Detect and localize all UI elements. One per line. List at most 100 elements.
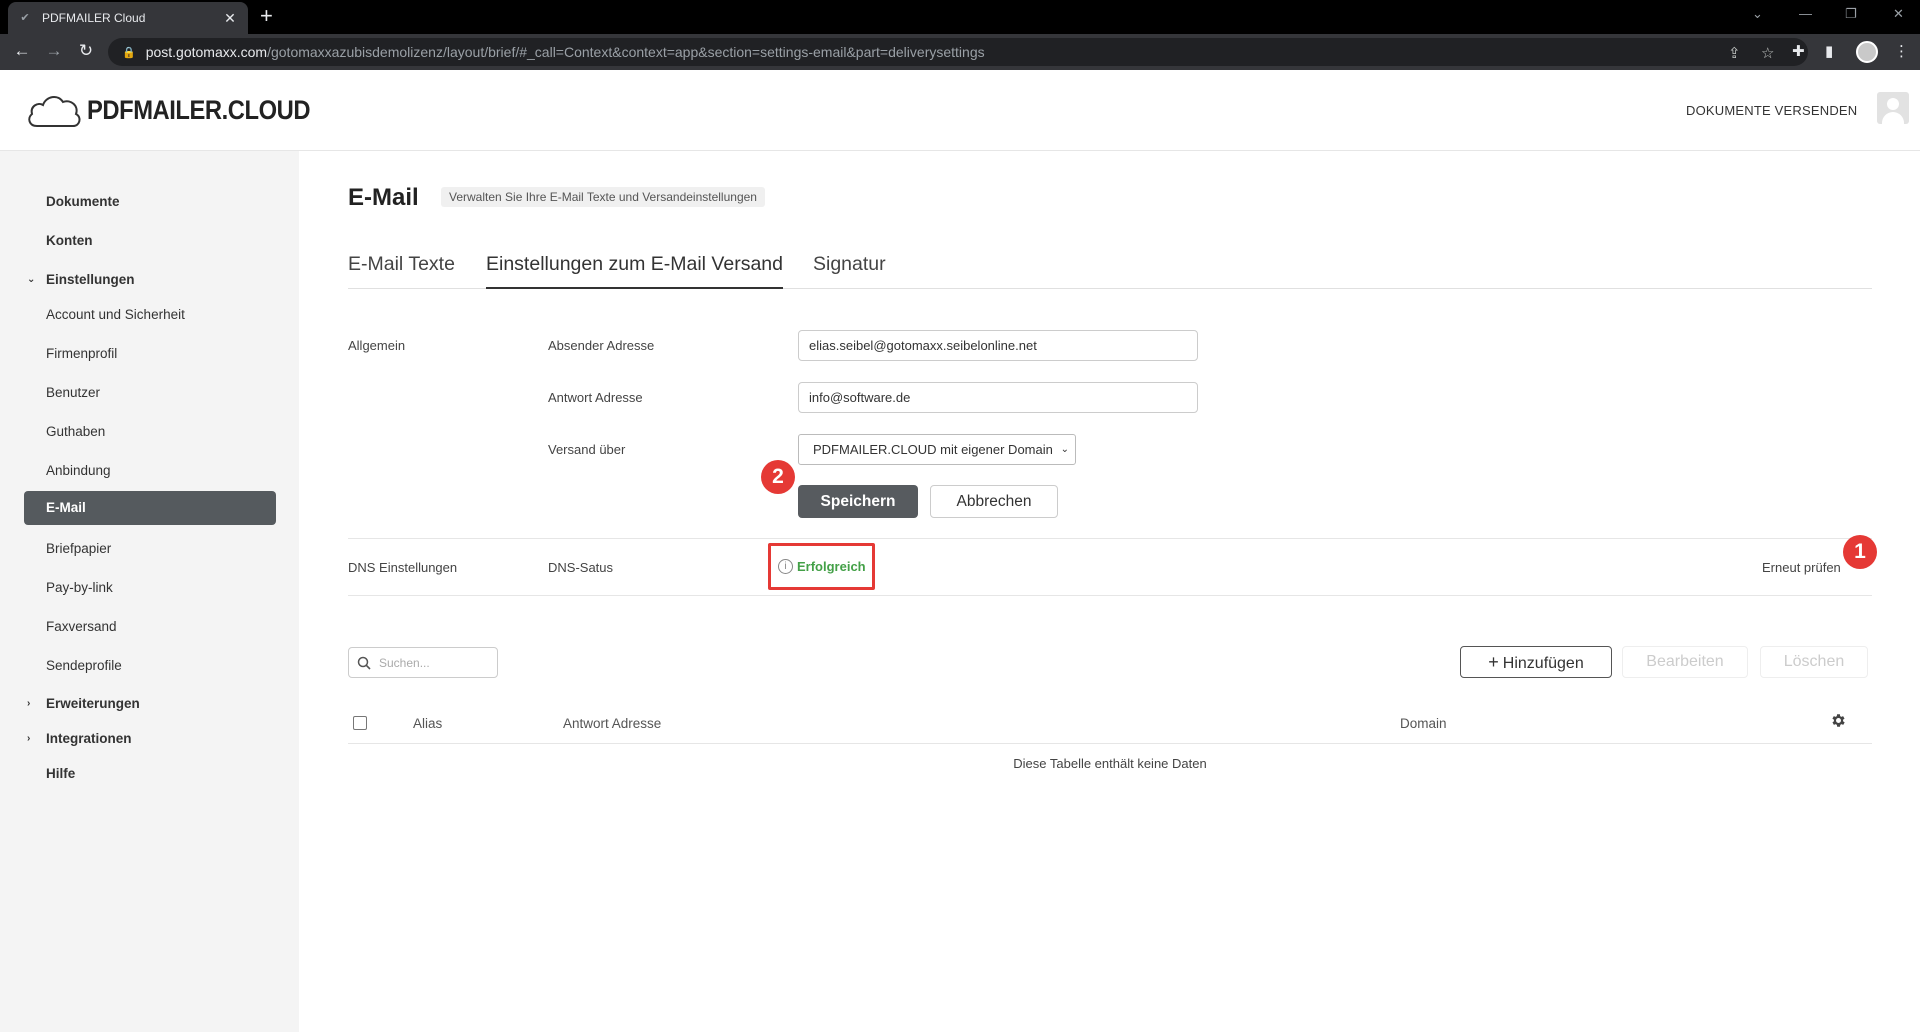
sidebar-item-anbindung[interactable]: Anbindung — [24, 454, 276, 488]
plus-icon: + — [1488, 652, 1499, 672]
search-icon — [357, 656, 371, 670]
sidebar-item-label: E-Mail — [46, 500, 86, 515]
save-button[interactable]: Speichern — [798, 485, 918, 518]
sidebar-item-einstellungen[interactable]: ⌄ Einstellungen — [24, 263, 276, 297]
annotation-badge-1: 1 — [1843, 535, 1877, 569]
reply-label: Antwort Adresse — [548, 390, 643, 405]
delete-button[interactable]: Löschen — [1760, 646, 1868, 678]
sidebar-item-benutzer[interactable]: Benutzer — [24, 376, 276, 410]
tab-versand-einstellungen[interactable]: Einstellungen zum E-Mail Versand — [486, 253, 783, 289]
table-empty-message: Diese Tabelle enthält keine Daten — [1013, 756, 1207, 771]
sidebar: Dokumente Konten ⌄ Einstellungen Account … — [0, 151, 299, 1032]
recheck-link[interactable]: Erneut prüfen — [1762, 560, 1841, 575]
divider — [348, 538, 1872, 539]
settings-tabs: E-Mail Texte Einstellungen zum E-Mail Ve… — [348, 253, 1872, 289]
sidebar-item-label: Firmenprofil — [46, 346, 118, 361]
menu-kebab-icon[interactable]: ⋮ — [1894, 42, 1909, 60]
sidebar-item-hilfe[interactable]: Hilfe — [24, 757, 276, 791]
tab-email-texte[interactable]: E-Mail Texte — [348, 253, 455, 289]
new-tab-icon[interactable]: + — [260, 5, 273, 27]
sidebar-item-konten[interactable]: Konten — [24, 224, 276, 258]
minimize-icon[interactable]: — — [1799, 6, 1812, 21]
cloud-logo-icon — [28, 96, 81, 127]
sender-address-field[interactable]: elias.seibel@gotomaxx.seibelonline.net — [798, 330, 1198, 361]
gear-icon[interactable] — [1830, 712, 1847, 729]
tab-signatur[interactable]: Signatur — [813, 253, 886, 289]
close-tab-icon[interactable]: ✕ — [222, 10, 238, 27]
sidebar-item-erweiterungen[interactable]: › Erweiterungen — [24, 687, 276, 721]
add-button[interactable]: + Hinzufügen — [1460, 646, 1612, 678]
bookmark-star-icon[interactable]: ☆ — [1761, 44, 1774, 62]
chevron-right-icon: › — [27, 733, 31, 744]
sidebar-item-briefpapier[interactable]: Briefpapier — [24, 532, 276, 566]
search-input[interactable]: Suchen... — [348, 647, 498, 678]
sidebar-item-label: Pay-by-link — [46, 580, 113, 595]
send-via-value: PDFMAILER.CLOUD mit eigener Domain — [813, 442, 1053, 457]
sidebar-item-guthaben[interactable]: Guthaben — [24, 415, 276, 449]
via-label: Versand über — [548, 442, 626, 457]
tab-search-icon[interactable]: ⌄ — [1752, 6, 1763, 22]
sender-label: Absender Adresse — [548, 338, 655, 353]
sidebar-item-label: Guthaben — [46, 424, 106, 439]
sidebar-item-sendeprofile[interactable]: Sendeprofile — [24, 649, 276, 683]
forward-icon[interactable]: → — [44, 41, 64, 61]
favicon-icon: ✔ — [20, 12, 30, 24]
sidebar-item-label: Benutzer — [46, 385, 101, 400]
sidebar-item-label: Konten — [46, 233, 93, 248]
sidebar-item-email[interactable]: E-Mail — [24, 491, 276, 525]
sidebar-item-pay-by-link[interactable]: Pay-by-link — [24, 571, 276, 605]
back-icon[interactable]: ← — [12, 41, 32, 61]
chevron-down-icon: ⌄ — [1060, 444, 1069, 455]
info-icon[interactable]: i — [778, 559, 793, 574]
sidebar-item-label: Einstellungen — [46, 272, 135, 287]
page-title: E-Mail — [348, 184, 419, 211]
cancel-button[interactable]: Abbrechen — [930, 485, 1058, 518]
sidebar-item-firmenprofil[interactable]: Firmenprofil — [24, 337, 276, 371]
sidebar-item-label: Dokumente — [46, 194, 120, 209]
sidebar-item-account[interactable]: Account und Sicherheit — [24, 298, 276, 332]
page-subtitle: Verwalten Sie Ihre E-Mail Texte und Vers… — [441, 187, 765, 207]
logo[interactable]: PDFMAILER.CLOUD — [25, 90, 340, 130]
share-icon[interactable]: ⇪ — [1728, 44, 1741, 62]
sidebar-item-label: Integrationen — [46, 731, 132, 746]
extensions-icon[interactable]: ✚ — [1792, 42, 1805, 60]
table-header-divider — [348, 743, 1872, 744]
browser-tab-title: PDFMAILER Cloud — [42, 11, 146, 25]
select-all-checkbox[interactable] — [353, 716, 367, 730]
sidebar-item-integrationen[interactable]: › Integrationen — [24, 722, 276, 756]
reload-icon[interactable]: ↻ — [76, 41, 96, 61]
send-via-select[interactable]: PDFMAILER.CLOUD mit eigener Domain ⌄ — [798, 434, 1076, 465]
sidebar-item-label: Sendeprofile — [46, 658, 122, 673]
sidebar-item-label: Erweiterungen — [46, 696, 140, 711]
user-avatar-icon[interactable] — [1877, 92, 1909, 124]
sidebar-item-dokumente[interactable]: Dokumente — [24, 185, 276, 219]
edit-button[interactable]: Bearbeiten — [1622, 646, 1748, 678]
sidebar-item-faxversand[interactable]: Faxversand — [24, 610, 276, 644]
annotation-badge-2: 2 — [761, 460, 795, 494]
app-header: PDFMAILER.CLOUD DOKUMENTE VERSENDEN — [0, 70, 1920, 151]
sidebar-item-label: Briefpapier — [46, 541, 112, 556]
dns-status-value: Erfolgreich — [797, 559, 866, 574]
reply-address-field[interactable]: info@software.de — [798, 382, 1198, 413]
section-dns: DNS Einstellungen — [348, 560, 458, 575]
url-path: /gotomaxxazubisdemolizenz/layout/brief/#… — [267, 44, 985, 60]
address-bar[interactable]: 🔒 post.gotomaxx.com /gotomaxxazubisdemol… — [108, 38, 1808, 66]
lock-icon: 🔒 — [122, 46, 136, 59]
browser-toolbar: ← → ↻ 🔒 post.gotomaxx.com /gotomaxxazubi… — [0, 34, 1920, 70]
dns-status: i Erfolgreich — [778, 559, 866, 574]
browser-tab[interactable]: ✔ PDFMAILER Cloud ✕ — [8, 2, 248, 34]
side-panel-icon[interactable]: ▮ — [1825, 42, 1833, 60]
restore-icon[interactable]: ❐ — [1845, 6, 1857, 22]
logo-text: PDFMAILER.CLOUD — [87, 94, 311, 125]
search-placeholder: Suchen... — [379, 655, 430, 670]
add-button-label: Hinzufügen — [1502, 655, 1584, 672]
close-window-icon[interactable]: ✕ — [1893, 6, 1904, 22]
profile-avatar[interactable] — [1856, 41, 1878, 63]
send-documents-link[interactable]: DOKUMENTE VERSENDEN — [1686, 103, 1857, 118]
column-header-domain[interactable]: Domain — [1400, 716, 1447, 731]
chevron-right-icon: › — [27, 698, 31, 709]
column-header-antwort-adresse[interactable]: Antwort Adresse — [563, 716, 661, 731]
column-header-alias[interactable]: Alias — [413, 716, 442, 731]
sidebar-item-label: Account und Sicherheit — [46, 307, 185, 322]
sidebar-item-label: Faxversand — [46, 619, 117, 634]
